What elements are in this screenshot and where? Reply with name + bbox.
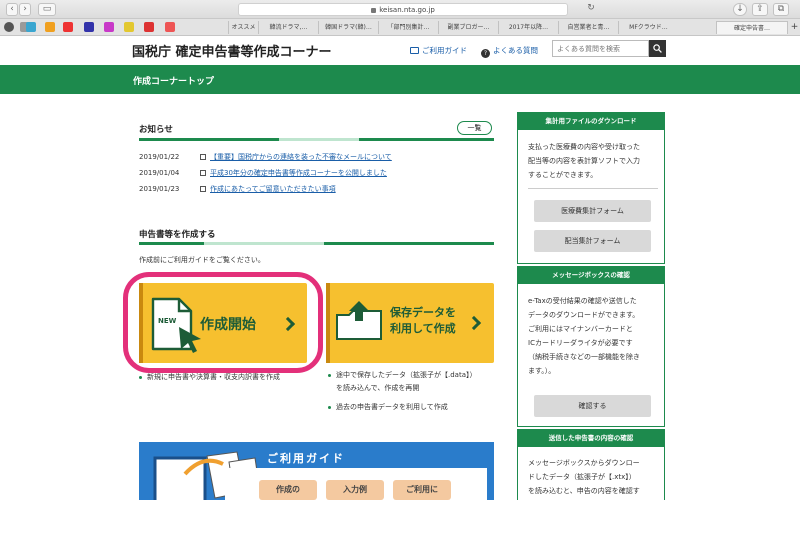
back-button[interactable]: ‹ xyxy=(6,3,18,16)
reader-icon[interactable] xyxy=(4,22,14,32)
notice-date: 2019/01/23 xyxy=(139,185,180,193)
window-icon xyxy=(200,170,206,176)
tab-5[interactable]: 副業ブロガー… xyxy=(438,21,498,34)
window-icon xyxy=(200,154,206,160)
load-saved-data-button[interactable]: 保存データを 利用して作成 xyxy=(326,283,494,363)
notices-divider xyxy=(139,138,494,141)
guide-banner-title: ご利用ガイド xyxy=(267,452,345,465)
search-icon xyxy=(653,44,662,53)
messagebox-description: e-Taxの受付結果の確認や送信した データのダウンロードができます。 ご利用に… xyxy=(528,297,640,375)
chevron-right-icon xyxy=(466,315,482,331)
guide-card[interactable]: ご利用に xyxy=(393,480,451,500)
page-bottom xyxy=(0,500,800,540)
create-divider xyxy=(139,242,494,245)
favorite-4-icon[interactable] xyxy=(84,22,94,32)
tab-active[interactable]: 確定申告書… xyxy=(716,21,788,34)
sent-check-box: 送信した申告書の内容の確認 メッセージボックスからダウンロー ドしたデータ（拡張… xyxy=(517,429,665,509)
create-heading: 申告書等を作成する xyxy=(139,230,216,240)
sidebar-toggle-button[interactable]: ▭ xyxy=(38,3,56,16)
guide-link[interactable]: ご利用ガイド xyxy=(410,45,467,56)
notice-link[interactable]: 平成30年分の確定申告書等作成コーナーを公開しました xyxy=(210,166,387,180)
tab-4[interactable]: 「部門別集計… xyxy=(378,21,438,34)
sent-check-description: メッセージボックスからダウンロー ドしたデータ（拡張子が【.xtx】） を読み込… xyxy=(528,459,640,495)
book-icon xyxy=(410,47,419,54)
window-icon xyxy=(200,186,206,192)
notice-item: 2019/01/22 【重要】国税庁からの連絡を装った不審なメールについて xyxy=(139,150,499,164)
tab-7[interactable]: 自営業者と青… xyxy=(558,21,618,34)
tab-8[interactable]: MFクラウド… xyxy=(618,21,678,34)
tab-6[interactable]: 2017年以降… xyxy=(498,21,558,34)
site-header: 国税庁 確定申告書等作成コーナー ご利用ガイド ? よくある質問 xyxy=(0,36,800,65)
guide-card[interactable]: 入力例 xyxy=(326,480,384,500)
notices-list-button[interactable]: 一覧 xyxy=(457,121,492,135)
messagebox-heading: メッセージボックスの確認 xyxy=(518,267,664,284)
faq-link[interactable]: ? よくある質問 xyxy=(481,45,538,58)
question-icon: ? xyxy=(481,49,490,58)
favorite-7-icon[interactable] xyxy=(144,22,154,32)
site-title[interactable]: 国税庁 確定申告書等作成コーナー xyxy=(132,41,332,60)
medical-form-button[interactable]: 医療費集計フォーム xyxy=(534,200,651,222)
notice-item: 2019/01/23 作成にあたってご留意いただきたい事項 xyxy=(139,182,499,196)
load-saved-label: 保存データを 利用して作成 xyxy=(390,306,456,335)
browser-toolbar: ‹ › ▭ keisan.nta.go.jp ↻ ↓ ⇪ ⧉ xyxy=(0,0,800,19)
favorite-5-icon[interactable] xyxy=(104,22,114,32)
favorite-8-icon[interactable] xyxy=(165,22,175,32)
messagebox-box: メッセージボックスの確認 e-Taxの受付結果の確認や送信した データのダウンロ… xyxy=(517,266,665,427)
faq-search-input[interactable] xyxy=(552,40,649,57)
address-bar[interactable]: keisan.nta.go.jp xyxy=(238,3,568,16)
lock-icon xyxy=(371,7,377,13)
notice-item: 2019/01/04 平成30年分の確定申告書等作成コーナーを公開しました xyxy=(139,166,499,180)
favorite-3-icon[interactable] xyxy=(63,22,73,32)
highlight-circle xyxy=(123,272,323,373)
favorite-1-icon[interactable] xyxy=(26,22,36,32)
downloads-icon[interactable]: ↓ xyxy=(733,3,747,16)
new-tab-button[interactable]: + xyxy=(789,21,800,34)
favorite-6-icon[interactable] xyxy=(124,22,134,32)
guide-card[interactable]: 作成の xyxy=(259,480,317,500)
notice-link[interactable]: 【重要】国税庁からの連絡を装った不審なメールについて xyxy=(210,150,392,164)
notices-heading: お知らせ xyxy=(139,125,173,135)
notice-date: 2019/01/04 xyxy=(139,169,180,177)
tab-2[interactable]: 韓流ドラマ,… xyxy=(258,21,318,34)
tabs-overview-icon[interactable]: ⧉ xyxy=(773,3,789,16)
nav-band: 作成コーナートップ xyxy=(0,65,800,94)
tab-1[interactable]: オススメ xyxy=(228,21,258,34)
download-box: 集計用ファイルのダウンロード 支払った医療費の内容や受け取った 配当等の内容を表… xyxy=(517,112,665,264)
notice-link[interactable]: 作成にあたってご留意いただきたい事項 xyxy=(210,182,336,196)
tab-bar: オススメ 韓流ドラマ,… 韓国ドラマ(韓)… 「部門別集計… 副業ブロガー… 2… xyxy=(0,19,800,36)
search-button[interactable] xyxy=(649,40,666,57)
favorite-2-icon[interactable] xyxy=(45,22,55,32)
create-guide-text: 作成前にご利用ガイドをご覧ください。 xyxy=(139,256,265,264)
notice-date: 2019/01/22 xyxy=(139,153,180,161)
forward-button[interactable]: › xyxy=(19,3,31,16)
dividend-form-button[interactable]: 配当集計フォーム xyxy=(534,230,651,252)
download-description: 支払った医療費の内容や受け取った 配当等の内容を表計算ソフトで入力 することがで… xyxy=(528,143,640,179)
sent-check-heading: 送信した申告書の内容の確認 xyxy=(518,430,664,447)
breadcrumb-top: 作成コーナートップ xyxy=(133,77,215,87)
folder-upload-icon xyxy=(336,301,382,340)
tab-3[interactable]: 韓国ドラマ(韓)… xyxy=(318,21,378,34)
share-icon[interactable]: ⇪ xyxy=(752,3,768,16)
download-heading: 集計用ファイルのダウンロード xyxy=(518,113,664,130)
check-messagebox-button[interactable]: 確認する xyxy=(534,395,651,417)
reload-icon[interactable]: ↻ xyxy=(586,3,596,16)
